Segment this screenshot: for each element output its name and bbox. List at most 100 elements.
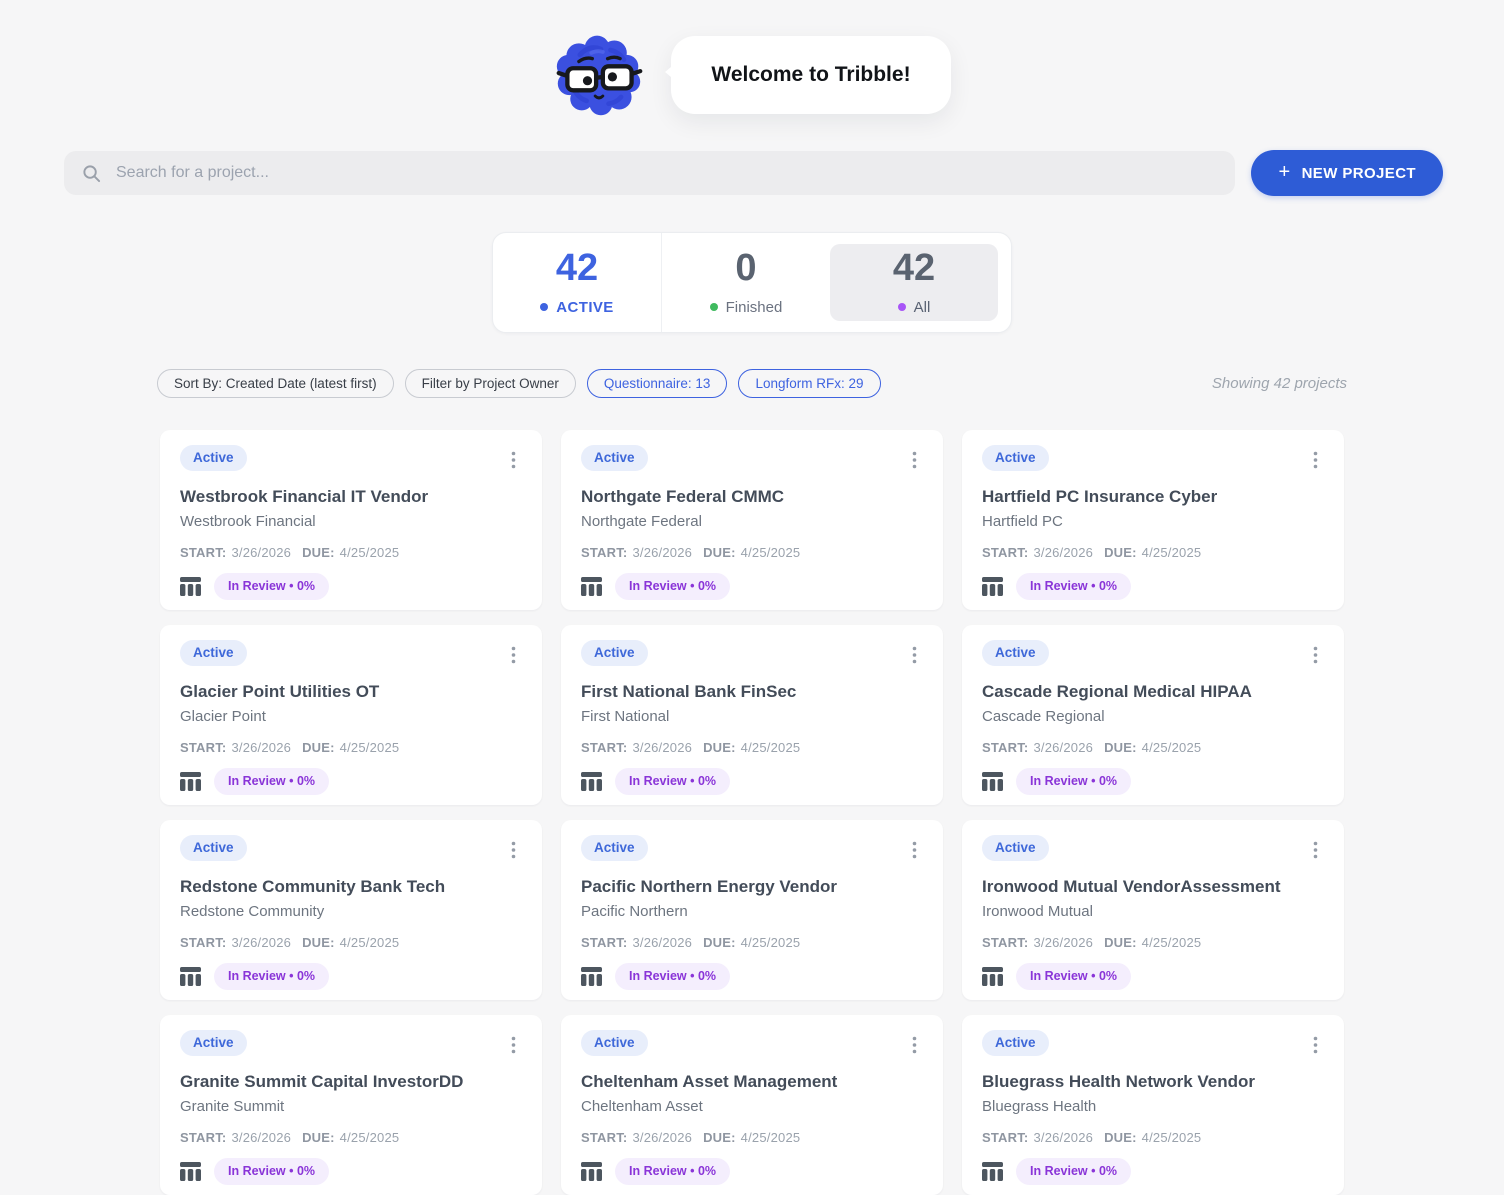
status-badge: Active — [581, 834, 648, 862]
kebab-menu-icon[interactable] — [1307, 837, 1324, 863]
card-top-row: Active — [982, 444, 1324, 473]
project-dates: START: 3/26/2026 DUE: 4/25/2025 — [180, 935, 522, 950]
project-title[interactable]: Cheltenham Asset Management — [581, 1071, 923, 1093]
start-date: 3/26/2026 — [231, 544, 292, 560]
search-box[interactable] — [64, 151, 1236, 195]
card-footer: In Review • 0% — [982, 1157, 1324, 1185]
card-footer: In Review • 0% — [982, 572, 1324, 600]
stat-finished-value: 0 — [735, 247, 757, 289]
new-project-button[interactable]: + NEW PROJECT — [1251, 150, 1443, 196]
plus-icon: + — [1278, 161, 1291, 183]
kebab-menu-icon[interactable] — [1307, 642, 1324, 668]
start-date: 3/26/2026 — [632, 1129, 693, 1145]
project-dates: START: 3/26/2026 DUE: 4/25/2025 — [180, 1130, 522, 1145]
table-icon — [581, 1161, 602, 1181]
project-title[interactable]: Glacier Point Utilities OT — [180, 681, 522, 703]
project-title[interactable]: Hartfield PC Insurance Cyber — [982, 486, 1324, 508]
table-icon — [180, 576, 201, 596]
questionnaire-chip[interactable]: Questionnaire: 13 — [586, 368, 728, 398]
project-dates: START: 3/26/2026 DUE: 4/25/2025 — [982, 740, 1324, 755]
due-label: DUE: — [302, 934, 335, 950]
project-dates: START: 3/26/2026 DUE: 4/25/2025 — [180, 545, 522, 560]
review-status-pill: In Review • 0% — [214, 572, 330, 600]
stats-card: 42 ACTIVE 0 Finished 42 All — [492, 232, 1012, 333]
tribble-mascot-icon — [557, 35, 643, 116]
project-card[interactable]: Active Bluegrass Health Network Vendor B… — [962, 1014, 1344, 1195]
kebab-menu-icon[interactable] — [906, 447, 923, 473]
search-input[interactable] — [114, 163, 1230, 183]
kebab-menu-icon[interactable] — [906, 1032, 923, 1058]
project-title[interactable]: Granite Summit Capital InvestorDD — [180, 1071, 522, 1093]
due-date: 4/25/2025 — [740, 1129, 801, 1145]
project-card[interactable]: Active First National Bank FinSec First … — [561, 624, 943, 805]
filter-row: Sort By: Created Date (latest first) Fil… — [157, 368, 1347, 398]
project-subtitle: Ironwood Mutual — [982, 902, 1093, 920]
due-label: DUE: — [302, 544, 335, 560]
kebab-menu-icon[interactable] — [1307, 447, 1324, 473]
status-badge: Active — [180, 1029, 247, 1057]
start-date: 3/26/2026 — [1033, 544, 1094, 560]
project-owner-filter-chip[interactable]: Filter by Project Owner — [404, 368, 576, 398]
project-card[interactable]: Active Westbrook Financial IT Vendor Wes… — [160, 429, 542, 610]
review-status-pill: In Review • 0% — [615, 767, 731, 795]
due-date: 4/25/2025 — [740, 739, 801, 755]
project-title[interactable]: Bluegrass Health Network Vendor — [982, 1071, 1324, 1093]
project-card[interactable]: Active Granite Summit Capital InvestorDD… — [160, 1014, 542, 1195]
stat-all-label: All — [897, 299, 930, 316]
kebab-menu-icon[interactable] — [505, 1032, 522, 1058]
project-dates: START: 3/26/2026 DUE: 4/25/2025 — [982, 1130, 1324, 1145]
kebab-menu-icon[interactable] — [505, 642, 522, 668]
project-subtitle: Westbrook Financial — [180, 512, 316, 530]
project-title[interactable]: Pacific Northern Energy Vendor — [581, 876, 923, 898]
due-date: 4/25/2025 — [1141, 739, 1202, 755]
due-label: DUE: — [703, 544, 736, 560]
project-card[interactable]: Active Cascade Regional Medical HIPAA Ca… — [962, 624, 1344, 805]
card-top-row: Active — [581, 444, 923, 473]
stat-finished[interactable]: 0 Finished — [661, 233, 830, 332]
project-card[interactable]: Active Redstone Community Bank Tech Reds… — [160, 819, 542, 1000]
review-status-pill: In Review • 0% — [1016, 767, 1132, 795]
project-card[interactable]: Active Cheltenham Asset Management Chelt… — [561, 1014, 943, 1195]
stat-all-value: 42 — [892, 247, 936, 289]
kebab-menu-icon[interactable] — [906, 837, 923, 863]
kebab-menu-icon[interactable] — [906, 642, 923, 668]
project-subtitle: Northgate Federal — [581, 512, 702, 530]
due-date: 4/25/2025 — [339, 1129, 400, 1145]
project-title[interactable]: Westbrook Financial IT Vendor — [180, 486, 522, 508]
stat-finished-label: Finished — [709, 299, 782, 316]
card-footer: In Review • 0% — [581, 962, 923, 990]
sort-by-chip[interactable]: Sort By: Created Date (latest first) — [157, 368, 394, 398]
project-card[interactable]: Active Glacier Point Utilities OT Glacie… — [160, 624, 542, 805]
showing-count: Showing 42 projects — [1211, 374, 1347, 392]
kebab-menu-icon[interactable] — [505, 447, 522, 473]
due-date: 4/25/2025 — [1141, 1129, 1202, 1145]
project-card[interactable]: Active Pacific Northern Energy Vendor Pa… — [561, 819, 943, 1000]
project-title[interactable]: Cascade Regional Medical HIPAA — [982, 681, 1324, 703]
table-icon — [982, 771, 1003, 791]
project-title[interactable]: First National Bank FinSec — [581, 681, 923, 703]
stat-active[interactable]: 42 ACTIVE — [493, 233, 661, 332]
project-title[interactable]: Redstone Community Bank Tech — [180, 876, 522, 898]
due-label: DUE: — [1104, 934, 1137, 950]
stat-all[interactable]: 42 All — [830, 244, 998, 321]
kebab-menu-icon[interactable] — [505, 837, 522, 863]
project-title[interactable]: Northgate Federal CMMC — [581, 486, 923, 508]
welcome-bubble: Welcome to Tribble! — [665, 36, 951, 114]
project-subtitle: Hartfield PC — [982, 512, 1063, 530]
due-label: DUE: — [1104, 544, 1137, 560]
project-card[interactable]: Active Ironwood Mutual VendorAssessment … — [962, 819, 1344, 1000]
card-footer: In Review • 0% — [982, 962, 1324, 990]
project-subtitle: Granite Summit — [180, 1097, 285, 1115]
project-title[interactable]: Ironwood Mutual VendorAssessment — [982, 876, 1324, 898]
due-label: DUE: — [1104, 1129, 1137, 1145]
active-dot-icon — [540, 303, 549, 312]
start-date: 3/26/2026 — [632, 934, 693, 950]
project-card[interactable]: Active Hartfield PC Insurance Cyber Hart… — [962, 429, 1344, 610]
project-card[interactable]: Active Northgate Federal CMMC Northgate … — [561, 429, 943, 610]
longform-rfx-chip[interactable]: Longform RFx: 29 — [738, 368, 881, 398]
start-label: START: — [982, 1129, 1029, 1145]
search-row: + NEW PROJECT — [64, 150, 1443, 196]
project-dates: START: 3/26/2026 DUE: 4/25/2025 — [581, 935, 923, 950]
all-dot-icon — [897, 303, 906, 312]
kebab-menu-icon[interactable] — [1307, 1032, 1324, 1058]
